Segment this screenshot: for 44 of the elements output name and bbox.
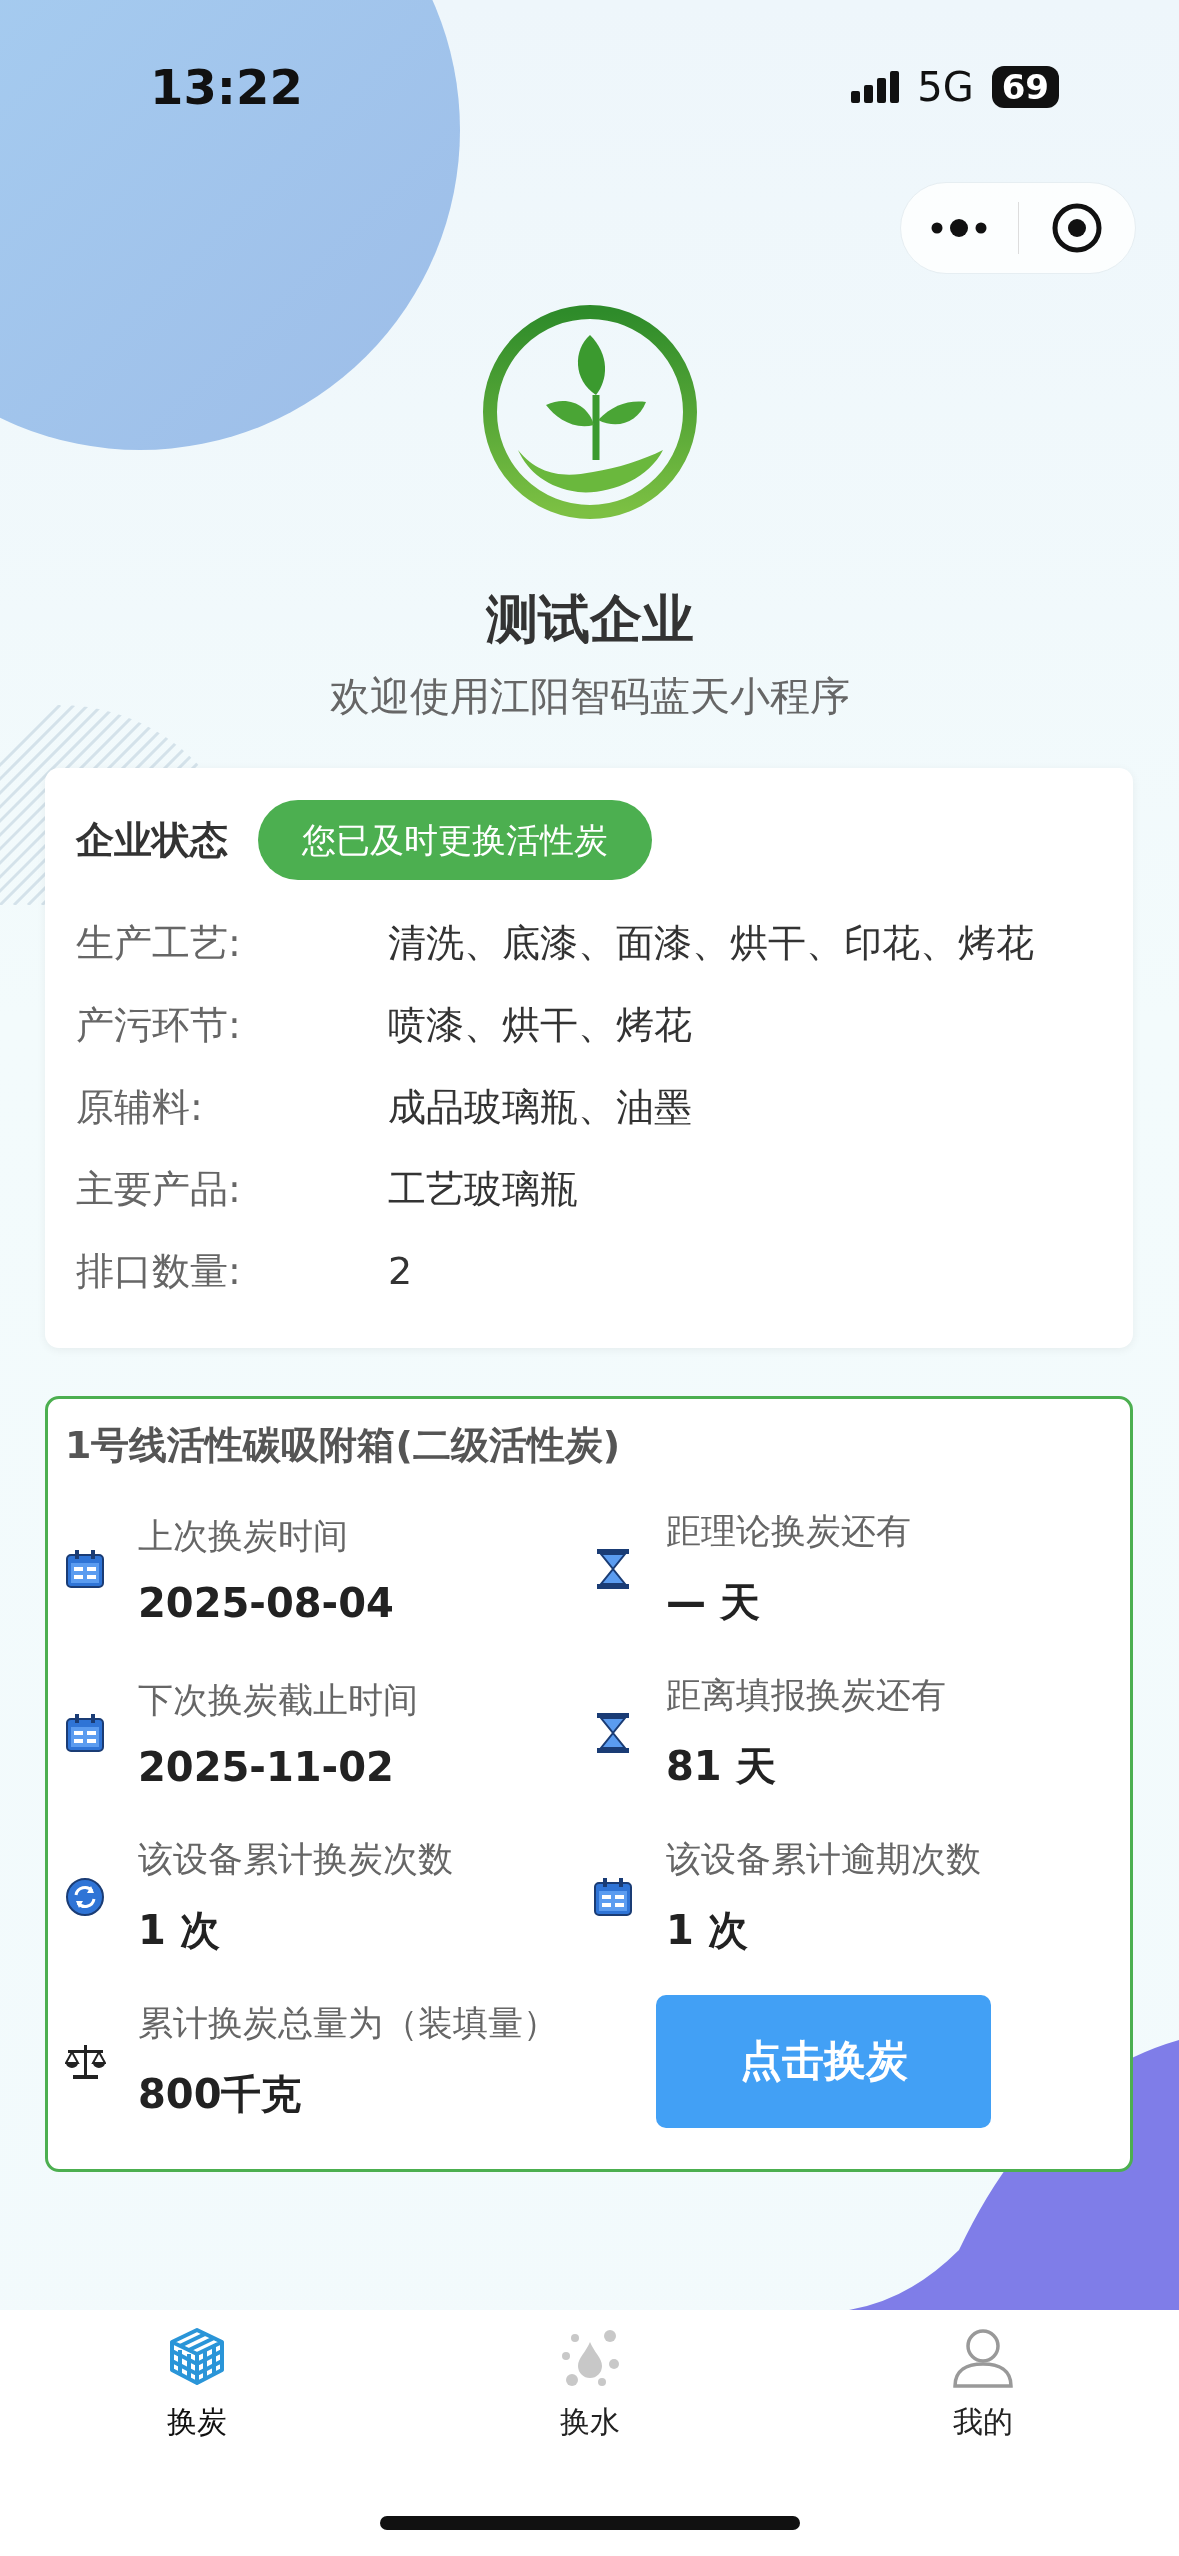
stat-label: 上次换炭时间	[138, 1514, 349, 1558]
hourglass-icon	[595, 1712, 631, 1754]
stat-value: — 天	[666, 1578, 761, 1627]
stat-label: 距离填报换炭还有	[666, 1674, 946, 1717]
field-value: 喷漆、烘干、烤花	[388, 1001, 692, 1049]
tab-label[interactable]: 换炭	[166, 2402, 227, 2443]
battery-indicator: 69	[991, 66, 1059, 108]
company-name: 测试企业	[485, 588, 694, 651]
welcome-text: 欢迎使用江阳智码蓝天小程序	[329, 672, 850, 721]
more-icon[interactable]	[931, 218, 988, 238]
stat-value: 1 次	[666, 1906, 749, 1955]
hourglass-icon	[595, 1548, 631, 1590]
close-icon[interactable]	[1050, 202, 1103, 254]
signal-icon	[851, 71, 900, 103]
status-badge: 您已及时更换活性炭	[258, 800, 652, 880]
field-value: 成品玻璃瓶、油墨	[388, 1083, 692, 1131]
field-label: 产污环节:	[76, 1001, 242, 1049]
calendar-icon	[593, 1877, 633, 1917]
field-value: 2	[388, 1249, 413, 1293]
field-label: 生产工艺:	[76, 919, 242, 967]
field-label: 原辅料:	[76, 1083, 204, 1131]
stat-value: 2025-11-02	[138, 1743, 395, 1790]
stat-value: 1 次	[138, 1906, 221, 1955]
tab-label[interactable]: 换水	[559, 2402, 620, 2443]
field-value: 工艺玻璃瓶	[388, 1165, 578, 1213]
field-label: 主要产品:	[76, 1165, 242, 1213]
stat-label: 累计换炭总量为（装填量）	[138, 2002, 558, 2045]
stat-label: 下次换炭截止时间	[138, 1678, 418, 1722]
refresh-icon	[65, 1877, 105, 1917]
status-time: 13:22	[150, 59, 303, 115]
stat-label: 该设备累计逾期次数	[666, 1838, 981, 1881]
status-label: 企业状态	[76, 816, 228, 864]
network-label: 5G	[917, 64, 974, 110]
stat-label: 该设备累计换炭次数	[138, 1838, 453, 1881]
device-title: 1号线活性碳吸附箱(二级活性炭)	[65, 1422, 622, 1469]
stat-value: 2025-08-04	[138, 1579, 394, 1626]
tab-label[interactable]: 我的	[952, 2402, 1013, 2443]
stat-value: 800千克	[138, 2070, 303, 2119]
calendar-icon	[65, 1713, 105, 1753]
stat-value: 81 天	[666, 1742, 777, 1791]
calendar-icon	[65, 1549, 105, 1589]
field-value: 清洗、底漆、面漆、烘干、印花、烤花	[388, 919, 1034, 967]
field-label: 排口数量:	[76, 1247, 242, 1295]
stat-label: 距理论换炭还有	[666, 1510, 911, 1553]
